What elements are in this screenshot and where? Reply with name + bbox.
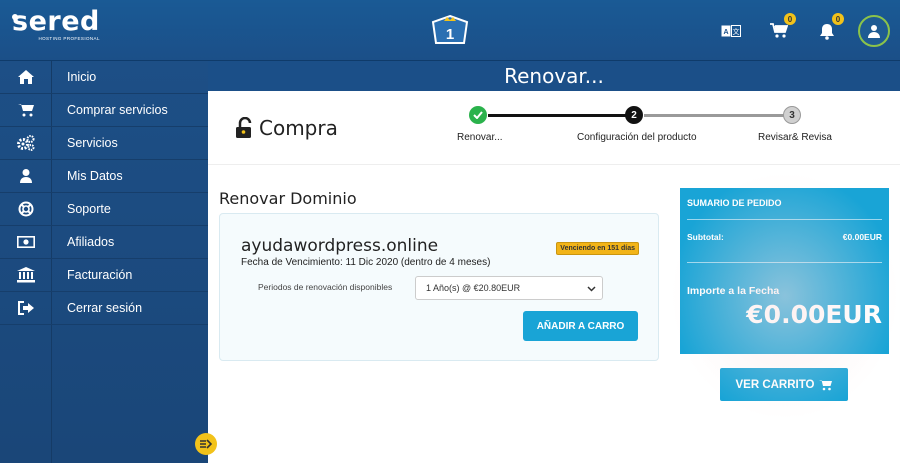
sidebar-item-label: Servicios <box>67 136 118 150</box>
step-2-indicator: 2 <box>625 106 643 124</box>
expiry-date: Fecha de Vencimiento: 11 Dic 2020 (dentr… <box>241 257 491 268</box>
step-3-label: Revisar& Revisa <box>758 132 832 143</box>
sidebar-toggle-button[interactable] <box>195 433 217 455</box>
logo[interactable]: sered HOSTING PROFESIONAL <box>12 8 100 42</box>
main-content: Compra Renovar... 2 Configuración del pr… <box>208 91 900 463</box>
sidebar-item-servicios[interactable]: Servicios <box>0 127 208 160</box>
notifications-count-badge: 0 <box>832 13 844 25</box>
sidebar-item-mis-datos[interactable]: Mis Datos <box>0 160 208 193</box>
top-bar: sered HOSTING PROFESIONAL 1 A文 0 0 <box>0 0 900 61</box>
user-avatar-button[interactable] <box>858 15 890 47</box>
due-today-label: Importe a la Fecha <box>687 285 780 297</box>
checkout-steps: Renovar... 2 Configuración del producto … <box>208 91 900 165</box>
svg-text:A: A <box>723 29 728 36</box>
logo-dot <box>12 14 18 20</box>
step-connector-pending <box>644 114 794 117</box>
language-icon[interactable]: A文 <box>720 20 742 42</box>
sidebar-item-label: Soporte <box>67 202 111 216</box>
page-title: Renovar... <box>504 64 604 88</box>
step-1-label: Renovar... <box>457 132 503 143</box>
sidebar-item-facturacion[interactable]: Facturación <box>0 259 208 292</box>
expiry-warning-badge: Venciendo en 151 días <box>556 242 639 255</box>
step-connector-done <box>488 114 635 117</box>
sidebar-item-soporte[interactable]: Soporte <box>0 193 208 226</box>
summary-divider <box>687 262 882 263</box>
summary-subtotal-row: Subtotal: €0.00EUR <box>687 232 882 242</box>
summary-divider <box>687 219 882 220</box>
sidebar-item-label: Comprar servicios <box>67 103 168 117</box>
user-icon <box>868 25 880 38</box>
sidebar-item-comprar-servicios[interactable]: Comprar servicios <box>0 94 208 127</box>
header-actions: A文 0 0 <box>694 13 890 48</box>
sidebar-item-label: Facturación <box>67 268 133 282</box>
renewal-period-select[interactable]: 1 Año(s) @ €20.80EUR <box>415 276 603 300</box>
sidebar-item-label: Afiliados <box>67 235 115 249</box>
cart-icon[interactable]: 0 <box>768 13 796 42</box>
bell-icon[interactable]: 0 <box>816 13 844 42</box>
gears-icon <box>0 127 51 159</box>
step-1-check-icon <box>469 106 487 124</box>
step-2-label: Configuración del producto <box>577 132 697 143</box>
user-icon <box>0 160 51 192</box>
subtotal-value: €0.00EUR <box>842 232 882 242</box>
cart-icon <box>0 94 51 126</box>
due-today-total: €0.00EUR <box>746 300 882 329</box>
step-3-indicator: 3 <box>783 106 801 124</box>
section-title: Renovar Dominio <box>219 189 357 208</box>
domain-renewal-card: ayudawordpress.online Fecha de Vencimien… <box>219 213 659 361</box>
sidebar-item-label: Cerrar sesión <box>67 301 143 315</box>
sidebar-item-afiliados[interactable]: Afiliados <box>0 226 208 259</box>
order-summary: SUMARIO DE PEDIDO Subtotal: €0.00EUR Imp… <box>680 188 889 354</box>
home-icon <box>0 61 51 93</box>
svg-text:文: 文 <box>733 27 740 36</box>
collapse-arrow-icon <box>200 439 212 449</box>
subtotal-label: Subtotal: <box>687 232 724 242</box>
renewal-period-label: Periodos de renovación disponibles <box>258 282 393 292</box>
sidebar: Inicio Comprar servicios Servicios Mis D… <box>0 61 208 463</box>
sign-out-icon <box>0 292 51 324</box>
add-to-cart-button[interactable]: AÑADIR A CARRO <box>523 311 638 341</box>
sidebar-item-cerrar-sesion[interactable]: Cerrar sesión <box>0 292 208 325</box>
rank-badge-icon: 1 <box>430 14 470 46</box>
view-cart-label: VER CARRITO <box>735 378 815 391</box>
cart-icon <box>818 379 832 390</box>
renewal-period-value: 1 Año(s) @ €20.80EUR <box>426 283 521 293</box>
chevron-down-icon <box>587 286 596 292</box>
rank-number: 1 <box>446 26 454 43</box>
sidebar-item-inicio[interactable]: Inicio <box>0 61 208 94</box>
bank-icon <box>0 259 51 291</box>
sidebar-item-label: Mis Datos <box>67 169 123 183</box>
logo-word: sered <box>12 6 100 37</box>
sidebar-item-label: Inicio <box>67 70 97 84</box>
domain-name: ayudawordpress.online <box>241 236 439 256</box>
cart-count-badge: 0 <box>784 13 796 25</box>
purchase-header: Compra Renovar... 2 Configuración del pr… <box>208 91 900 165</box>
money-icon <box>0 226 51 258</box>
title-band: Renovar... <box>208 61 900 91</box>
summary-heading: SUMARIO DE PEDIDO <box>687 198 782 208</box>
view-cart-button[interactable]: VER CARRITO <box>720 368 848 401</box>
lifebuoy-icon <box>0 193 51 225</box>
